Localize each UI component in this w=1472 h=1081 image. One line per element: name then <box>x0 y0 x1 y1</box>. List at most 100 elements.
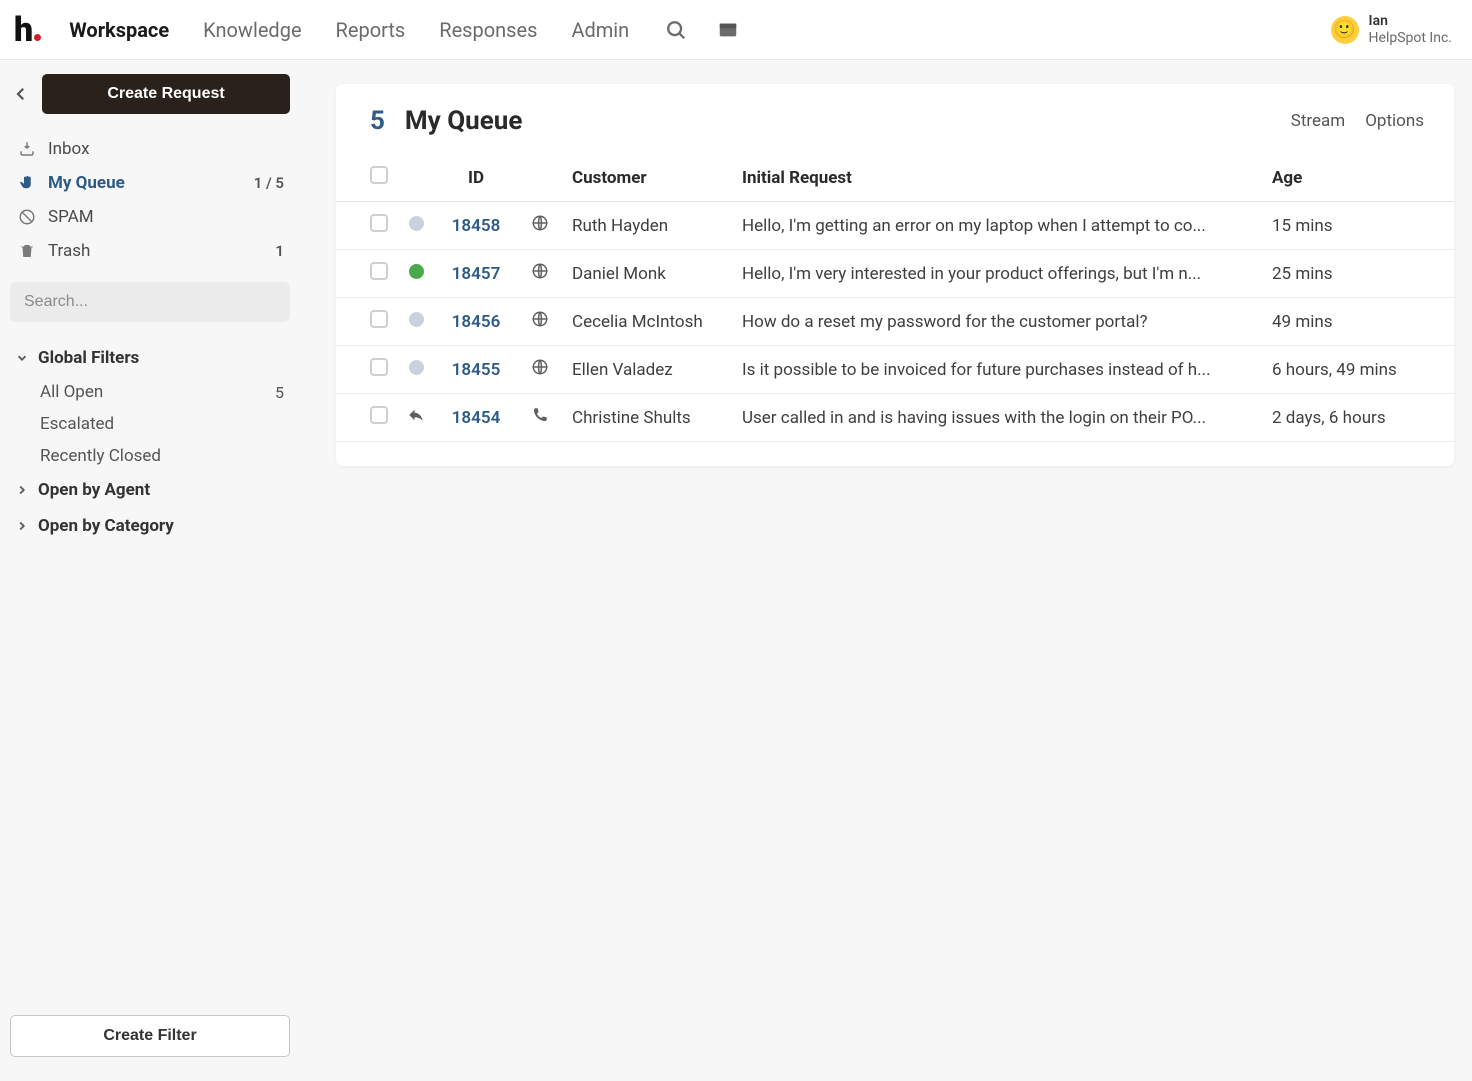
sidebar-subitem-label: All Open <box>40 382 103 402</box>
row-checkbox[interactable] <box>370 262 388 280</box>
sidebar-group-global-filters[interactable]: Global Filters <box>10 340 290 376</box>
queue-title: My Queue <box>405 106 522 136</box>
chevron-right-icon <box>12 483 32 497</box>
logo-letter: h <box>14 10 32 50</box>
nav: Workspace Knowledge Reports Responses Ad… <box>69 18 629 42</box>
table-row[interactable]: 18454 Christine ShultsUser called in and … <box>336 394 1454 442</box>
topbar: h Workspace Knowledge Reports Responses … <box>0 0 1472 60</box>
row-checkbox[interactable] <box>370 406 388 424</box>
sidebar-item-inbox[interactable]: Inbox <box>10 132 290 166</box>
chevron-down-icon <box>12 351 32 365</box>
collapse-sidebar-button[interactable] <box>10 83 32 105</box>
nav-item-responses[interactable]: Responses <box>439 18 537 42</box>
customer-name: Ellen Valadez <box>564 346 734 394</box>
age: 49 mins <box>1264 298 1454 346</box>
sidebar-subitem-count: 5 <box>275 383 284 402</box>
select-all-checkbox[interactable] <box>370 166 388 184</box>
nav-item-admin[interactable]: Admin <box>571 18 629 42</box>
initial-request: How do a reset my password for the custo… <box>734 298 1264 346</box>
stream-button[interactable]: Stream <box>1291 111 1345 131</box>
sidebar-subitem-escalated[interactable]: Escalated <box>10 408 290 440</box>
options-button[interactable]: Options <box>1365 111 1424 131</box>
sidebar-item-spam[interactable]: SPAM <box>10 200 290 234</box>
column-initial-request[interactable]: Initial Request <box>734 154 1264 202</box>
hand-icon <box>16 174 38 192</box>
search-icon[interactable] <box>665 19 687 41</box>
nav-item-knowledge[interactable]: Knowledge <box>203 18 301 42</box>
initial-request: User called in and is having issues with… <box>734 394 1264 442</box>
sidebar-subitem-label: Escalated <box>40 414 114 434</box>
queue-count: 5 <box>370 106 385 136</box>
column-id[interactable]: ID <box>436 154 516 202</box>
row-checkbox[interactable] <box>370 358 388 376</box>
content: 5 My Queue Stream Options ID Customer In… <box>300 60 1472 1081</box>
customer-name: Daniel Monk <box>564 250 734 298</box>
age: 25 mins <box>1264 250 1454 298</box>
request-id-link[interactable]: 18454 <box>452 408 501 428</box>
table-row[interactable]: 18455 Ellen ValadezIs it possible to be i… <box>336 346 1454 394</box>
column-age[interactable]: Age <box>1264 154 1454 202</box>
sidebar-group-label: Open by Agent <box>38 480 150 500</box>
inbox-download-icon <box>16 140 38 158</box>
sidebar-item-label: Inbox <box>48 139 90 159</box>
column-customer[interactable]: Customer <box>564 154 734 202</box>
table-row[interactable]: 18458 Ruth HaydenHello, I'm getting an er… <box>336 202 1454 250</box>
initial-request: Hello, I'm very interested in your produ… <box>734 250 1264 298</box>
sidebar-subitem-all-open[interactable]: All Open 5 <box>10 376 290 408</box>
globe-icon <box>531 310 549 328</box>
sidebar-item-count: 1 <box>275 242 284 260</box>
request-id-link[interactable]: 18456 <box>452 312 501 332</box>
table-header-row: ID Customer Initial Request Age <box>336 154 1454 202</box>
logo[interactable]: h <box>14 10 41 50</box>
status-dot <box>409 312 424 327</box>
create-request-button[interactable]: Create Request <box>42 74 290 114</box>
age: 2 days, 6 hours <box>1264 394 1454 442</box>
table-row[interactable]: 18456 Cecelia McIntoshHow do a reset my p… <box>336 298 1454 346</box>
nav-item-workspace[interactable]: Workspace <box>69 18 169 42</box>
search-input[interactable] <box>10 282 290 322</box>
request-id-link[interactable]: 18458 <box>452 216 501 236</box>
queue-header: 5 My Queue Stream Options <box>336 106 1454 154</box>
customer-name: Cecelia McIntosh <box>564 298 734 346</box>
user-name: Ian <box>1369 13 1452 30</box>
table-row[interactable]: 18457 Daniel MonkHello, I'm very interest… <box>336 250 1454 298</box>
globe-icon <box>531 214 549 232</box>
queue-card: 5 My Queue Stream Options ID Customer In… <box>336 84 1454 466</box>
logo-dot-icon <box>34 34 41 41</box>
chevron-right-icon <box>12 519 32 533</box>
status-dot <box>409 360 424 375</box>
globe-icon <box>531 262 549 280</box>
sidebar-group-open-by-agent[interactable]: Open by Agent <box>10 472 290 508</box>
sidebar-item-my-queue[interactable]: My Queue 1 / 5 <box>10 166 290 200</box>
user-info: Ian HelpSpot Inc. <box>1369 13 1452 47</box>
phone-icon <box>531 406 549 424</box>
sidebar-item-label: My Queue <box>48 173 125 193</box>
status-dot <box>409 216 424 231</box>
user-menu[interactable]: 🙂 Ian HelpSpot Inc. <box>1331 13 1456 47</box>
initial-request: Hello, I'm getting an error on my laptop… <box>734 202 1264 250</box>
requests-table: ID Customer Initial Request Age 18458 Rut… <box>336 154 1454 442</box>
customer-name: Ruth Hayden <box>564 202 734 250</box>
request-id-link[interactable]: 18457 <box>452 264 501 284</box>
customer-name: Christine Shults <box>564 394 734 442</box>
row-checkbox[interactable] <box>370 310 388 328</box>
sidebar: Create Request Inbox My Queue 1 / 5 <box>0 60 300 1081</box>
create-filter-button[interactable]: Create Filter <box>10 1015 290 1057</box>
sidebar-group-label: Global Filters <box>38 348 139 368</box>
sidebar-group-label: Open by Category <box>38 516 174 536</box>
sidebar-item-label: SPAM <box>48 207 94 227</box>
initial-request: Is it possible to be invoiced for future… <box>734 346 1264 394</box>
nav-item-reports[interactable]: Reports <box>336 18 406 42</box>
reply-icon <box>407 406 425 424</box>
sidebar-group-open-by-category[interactable]: Open by Category <box>10 508 290 544</box>
sidebar-subitem-label: Recently Closed <box>40 446 161 466</box>
sidebar-item-count: 1 / 5 <box>254 174 284 192</box>
row-checkbox[interactable] <box>370 214 388 232</box>
sidebar-item-trash[interactable]: Trash 1 <box>10 234 290 268</box>
age: 6 hours, 49 mins <box>1264 346 1454 394</box>
window-icon[interactable] <box>717 19 739 41</box>
sidebar-search <box>10 282 290 322</box>
request-id-link[interactable]: 18455 <box>452 360 501 380</box>
age: 15 mins <box>1264 202 1454 250</box>
sidebar-subitem-recently-closed[interactable]: Recently Closed <box>10 440 290 472</box>
